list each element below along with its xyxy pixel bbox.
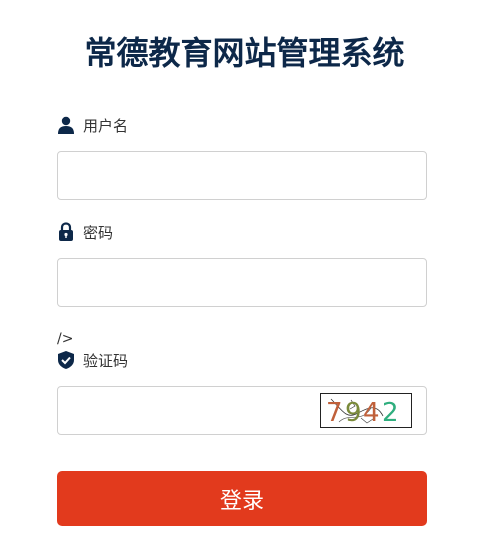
shield-check-icon (57, 350, 75, 370)
captcha-label: 验证码 (83, 351, 129, 370)
captcha-digit: 9 (345, 398, 362, 427)
user-icon (57, 115, 75, 135)
captcha-image[interactable]: 7 9 4 2 (320, 393, 412, 428)
captcha-digit: 7 (326, 398, 343, 427)
login-page: 常德教育网站管理系统 用户名 密码 /> 验证码 7 9 4 2 登录 (0, 0, 489, 555)
stray-markup-text: /> (57, 331, 74, 347)
lock-icon (57, 222, 75, 242)
captcha-label-row: 验证码 (57, 350, 128, 370)
password-input[interactable] (57, 258, 427, 307)
username-input[interactable] (57, 151, 427, 200)
captcha-digit: 4 (363, 398, 380, 427)
username-label-row: 用户名 (57, 115, 128, 135)
captcha-digit: 2 (382, 398, 399, 427)
password-label-row: 密码 (57, 222, 113, 242)
page-title: 常德教育网站管理系统 (84, 34, 405, 72)
login-button[interactable]: 登录 (57, 471, 427, 526)
password-label: 密码 (83, 223, 114, 242)
username-label: 用户名 (83, 116, 129, 135)
